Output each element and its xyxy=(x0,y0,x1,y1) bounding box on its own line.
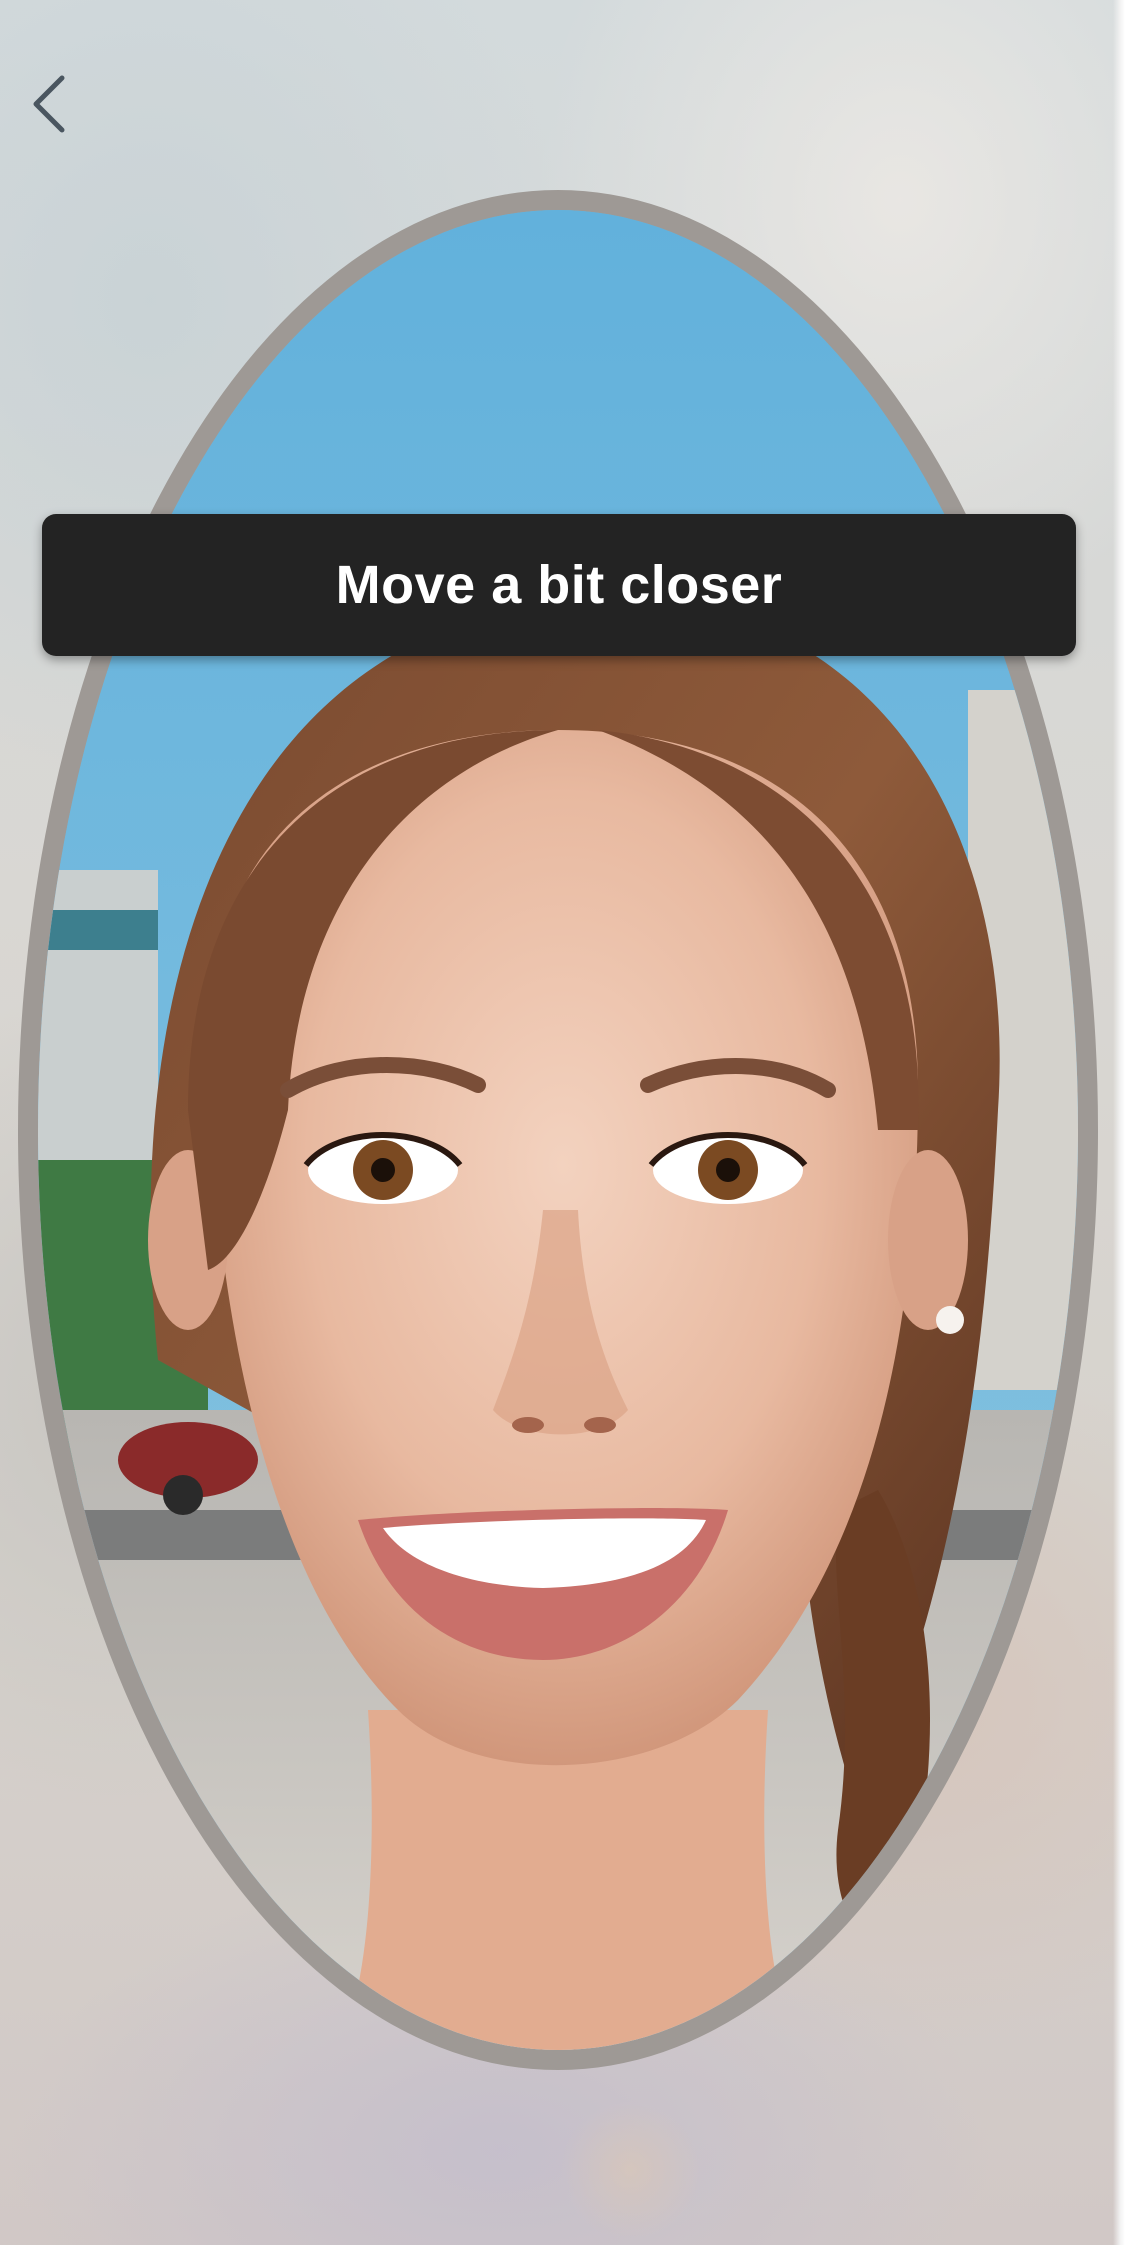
back-button[interactable] xyxy=(14,62,86,146)
pupil-left xyxy=(371,1158,395,1182)
bottom-glow xyxy=(560,2100,700,2240)
pupil-right xyxy=(716,1158,740,1182)
car-wheel xyxy=(163,1475,203,1515)
screen-edge xyxy=(1113,0,1125,2245)
building-windows xyxy=(38,910,158,950)
nostril-left xyxy=(512,1417,544,1433)
earring xyxy=(936,1306,964,1334)
nostril-right xyxy=(584,1417,616,1433)
instruction-banner: Move a bit closer xyxy=(42,514,1076,656)
instruction-text: Move a bit closer xyxy=(335,555,783,615)
camera-preview xyxy=(38,210,1078,2050)
chevron-left-icon xyxy=(33,75,65,133)
face-capture-oval xyxy=(18,190,1098,2070)
ear-right xyxy=(888,1150,968,1330)
